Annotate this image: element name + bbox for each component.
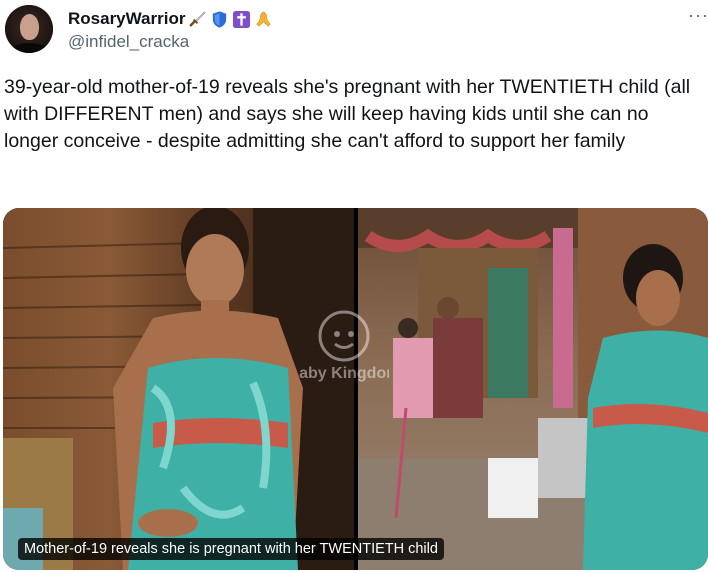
media-photo-left xyxy=(3,208,354,570)
tweet-media[interactable]: Baby Kingdom Mother-of-19 reveals she is… xyxy=(3,208,708,570)
author-display-name[interactable]: RosaryWarrior xyxy=(68,9,185,29)
avatar-face xyxy=(20,14,39,40)
media-caption: Mother-of-19 reveals she is pregnant wit… xyxy=(18,538,444,560)
watermark-text: Baby Kingdom xyxy=(299,365,389,382)
watermark-logo: Baby Kingdom xyxy=(299,310,389,382)
photo-family-room xyxy=(358,208,708,570)
author-avatar[interactable] xyxy=(5,5,53,53)
more-options-icon[interactable]: ··· xyxy=(688,6,708,24)
media-photo-right xyxy=(358,208,708,570)
photo-woman-standing xyxy=(3,208,354,570)
praying-hands-icon xyxy=(254,10,273,29)
shield-icon xyxy=(210,10,229,29)
dagger-icon xyxy=(188,10,207,29)
author-name-row: RosaryWarrior xyxy=(68,7,273,31)
latin-cross-icon xyxy=(232,10,251,29)
tweet-text: 39-year-old mother-of-19 reveals she's p… xyxy=(4,76,691,152)
author-handle[interactable]: @infidel_cracka xyxy=(68,32,189,52)
